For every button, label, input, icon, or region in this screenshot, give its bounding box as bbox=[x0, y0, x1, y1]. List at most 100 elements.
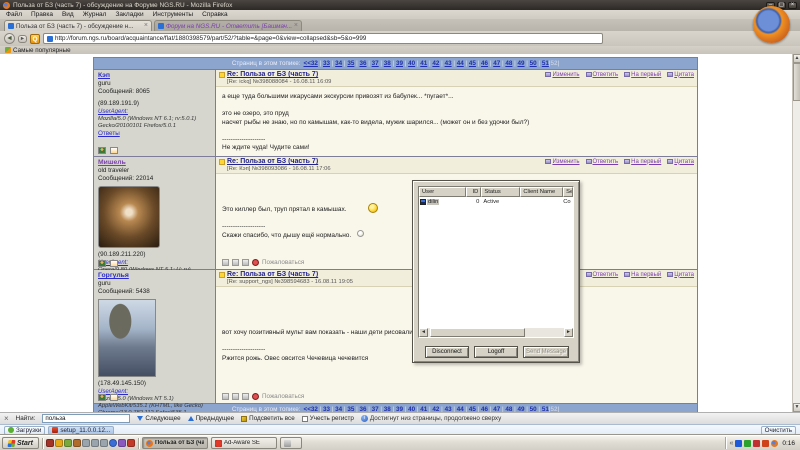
author-link[interactable]: Мишель bbox=[98, 159, 211, 167]
window-icon[interactable] bbox=[82, 439, 90, 447]
author-link[interactable]: Горгулья bbox=[98, 272, 211, 280]
vertical-scrollbar[interactable]: ▲ ▼ bbox=[792, 54, 800, 412]
feather-icon[interactable] bbox=[118, 439, 126, 447]
page-link[interactable]: 49 bbox=[518, 60, 525, 67]
add-contact-icon[interactable] bbox=[98, 147, 106, 154]
scrollbar-thumb[interactable] bbox=[793, 63, 800, 101]
globe-icon[interactable] bbox=[109, 439, 117, 447]
author-replies-link[interactable]: Ответы bbox=[98, 130, 211, 138]
mail-icon[interactable] bbox=[55, 439, 63, 447]
user-row[interactable]: dilin 0 Active Co bbox=[419, 197, 573, 206]
quote-post-link[interactable]: Цитата bbox=[667, 72, 694, 78]
forward-button[interactable]: ► bbox=[18, 35, 27, 43]
page-link[interactable]: 36 bbox=[359, 60, 366, 67]
checkbox-icon[interactable] bbox=[302, 416, 308, 422]
scroll-right-icon[interactable]: ► bbox=[564, 328, 573, 337]
clear-downloads-button[interactable]: Очистить bbox=[761, 426, 796, 435]
page-link[interactable]: 33 bbox=[323, 60, 330, 67]
highlight-all-button[interactable]: Подсветить все bbox=[241, 415, 295, 422]
browser-icon[interactable] bbox=[46, 439, 54, 447]
scrollbar-thumb[interactable] bbox=[430, 328, 525, 337]
page-link[interactable]: 38 bbox=[384, 60, 391, 67]
match-case-checkbox[interactable]: Учесть регистр bbox=[302, 415, 354, 422]
back-button[interactable]: ◄ bbox=[4, 33, 15, 44]
tab-close-icon[interactable]: × bbox=[144, 23, 148, 29]
logoff-button[interactable]: Logoff bbox=[474, 346, 518, 358]
window-icon[interactable] bbox=[91, 439, 99, 447]
bookmark-item[interactable]: Самые популярные bbox=[13, 47, 71, 54]
close-findbar-icon[interactable]: × bbox=[4, 415, 9, 423]
print-icon[interactable] bbox=[222, 259, 229, 266]
private-message-icon[interactable] bbox=[110, 260, 118, 267]
pencil-icon[interactable] bbox=[73, 439, 81, 447]
menu-item[interactable]: Журнал bbox=[83, 11, 107, 18]
tab-forum-reply[interactable]: Форум на NGS.RU - Ответить [Башмач... × bbox=[154, 20, 302, 31]
users-list[interactable]: UserIDStatusClient NameSe dilin 0 Active… bbox=[418, 186, 574, 338]
page-link[interactable]: <<32 bbox=[304, 60, 318, 67]
start-button[interactable]: Start bbox=[2, 437, 39, 449]
report-icon[interactable] bbox=[252, 259, 259, 266]
reply-post-link[interactable]: Ответить bbox=[586, 159, 619, 165]
menu-item[interactable]: Вид bbox=[62, 11, 74, 18]
copy-icon[interactable] bbox=[242, 259, 249, 266]
recorder-icon[interactable] bbox=[762, 440, 769, 447]
scroll-down-icon[interactable]: ▼ bbox=[793, 403, 800, 412]
report-link[interactable]: Пожаловаться bbox=[262, 259, 304, 268]
quick-search-icon[interactable]: Q bbox=[30, 34, 40, 44]
copy-icon[interactable] bbox=[242, 393, 249, 400]
list-column-header[interactable]: Se bbox=[563, 187, 573, 197]
list-column-header[interactable]: Status bbox=[481, 187, 520, 197]
profile-icon[interactable] bbox=[232, 259, 239, 266]
page-link[interactable]: 51 bbox=[542, 60, 549, 67]
print-icon[interactable] bbox=[222, 393, 229, 400]
taskbar-clock[interactable]: 0:16 bbox=[782, 440, 795, 447]
taskbar-window-misc[interactable] bbox=[280, 437, 302, 449]
edit-post-link[interactable]: Изменить bbox=[545, 72, 579, 78]
page-link[interactable]: 45 bbox=[469, 60, 476, 67]
download-item[interactable]: setup_11.0.0.12... bbox=[48, 426, 114, 435]
report-link[interactable]: Пожаловаться bbox=[262, 393, 304, 402]
find-prev-button[interactable]: Предыдущее bbox=[188, 415, 235, 422]
firefox-tray-icon[interactable] bbox=[771, 440, 778, 447]
profile-icon[interactable] bbox=[232, 393, 239, 400]
post-title-link[interactable]: Re: Польза от БЗ (часть 7) bbox=[227, 71, 543, 78]
quote-post-link[interactable]: Цитата bbox=[667, 159, 694, 165]
menu-item[interactable]: Правка bbox=[31, 11, 53, 18]
collapse-tray-icon[interactable]: « bbox=[729, 440, 733, 447]
page-link[interactable]: 37 bbox=[372, 60, 379, 67]
first-post-link[interactable]: На первый bbox=[624, 159, 661, 165]
author-link[interactable]: Кэп bbox=[98, 72, 211, 80]
add-contact-icon[interactable] bbox=[98, 260, 106, 267]
disconnect-button[interactable]: Disconnect bbox=[425, 346, 469, 358]
page-link[interactable]: 44 bbox=[457, 60, 464, 67]
useragent-label[interactable]: UserAgent: bbox=[98, 108, 211, 116]
tab-close-icon[interactable]: × bbox=[294, 23, 298, 29]
taskbar-window-firefox[interactable]: Польза от БЗ (часть 7) ... bbox=[142, 437, 208, 449]
find-input[interactable] bbox=[42, 414, 130, 423]
quote-post-link[interactable]: Цитата bbox=[667, 272, 694, 278]
window-icon[interactable] bbox=[100, 439, 108, 447]
reply-post-link[interactable]: Ответить bbox=[586, 272, 619, 278]
list-column-header[interactable]: User bbox=[419, 187, 466, 197]
close-button[interactable]: × bbox=[788, 2, 797, 9]
first-post-link[interactable]: На первый bbox=[624, 72, 661, 78]
first-post-link[interactable]: На первый bbox=[624, 272, 661, 278]
update-icon[interactable] bbox=[753, 440, 760, 447]
horizontal-scrollbar[interactable]: ◄ ► bbox=[419, 328, 573, 337]
downloads-tab[interactable]: Загрузки bbox=[4, 426, 45, 435]
edit-post-link[interactable]: Изменить bbox=[545, 159, 579, 165]
reply-post-link[interactable]: Ответить bbox=[586, 72, 619, 78]
page-link[interactable]: 50 bbox=[530, 60, 537, 67]
menu-item[interactable]: Инструменты bbox=[153, 11, 194, 18]
menu-item[interactable]: Файл bbox=[6, 11, 22, 18]
scroll-up-icon[interactable]: ▲ bbox=[793, 54, 800, 63]
page-link[interactable]: 43 bbox=[445, 60, 452, 67]
shield-icon[interactable] bbox=[64, 439, 72, 447]
add-contact-icon[interactable] bbox=[98, 394, 106, 401]
list-column-header[interactable]: ID bbox=[466, 187, 482, 197]
report-icon[interactable] bbox=[252, 393, 259, 400]
page-link[interactable]: 39 bbox=[396, 60, 403, 67]
find-next-button[interactable]: Следующее bbox=[137, 415, 180, 422]
scroll-left-icon[interactable]: ◄ bbox=[419, 328, 428, 337]
private-message-icon[interactable] bbox=[110, 147, 118, 154]
